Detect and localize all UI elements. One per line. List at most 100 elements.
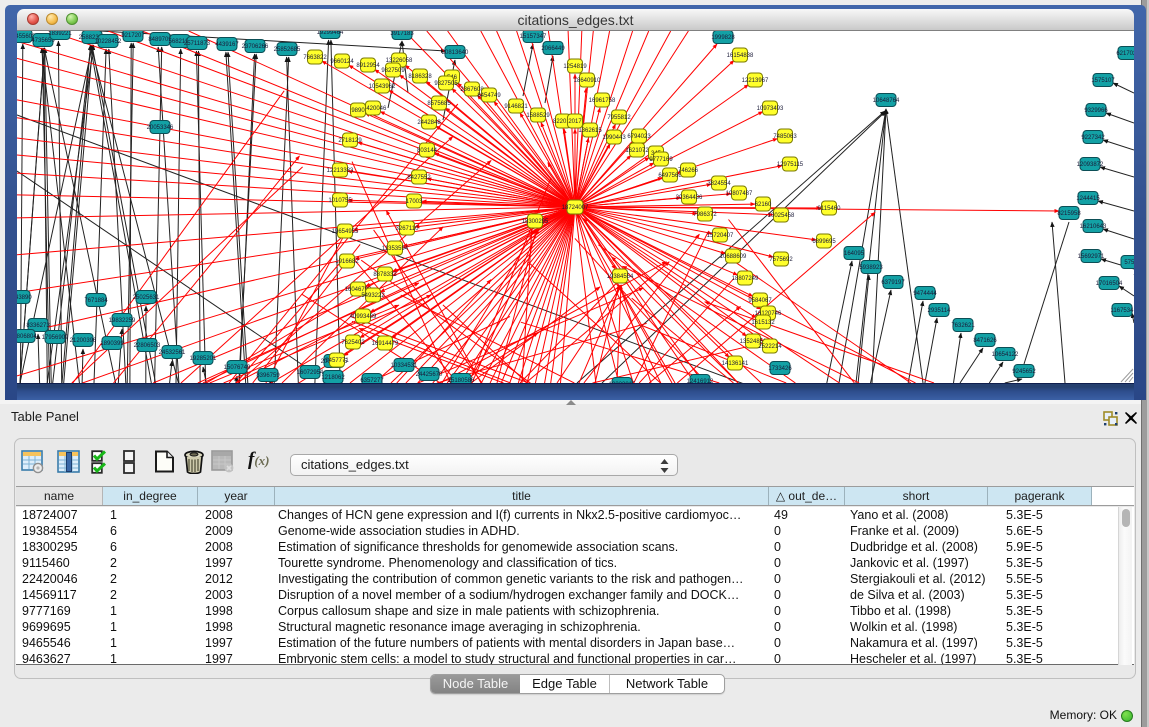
svg-text:10973493: 10973493: [757, 106, 784, 112]
svg-text:10688609: 10688609: [720, 254, 747, 260]
svg-text:8806804: 8806804: [17, 334, 37, 340]
svg-text:9227342: 9227342: [1081, 135, 1105, 141]
svg-text:10543962: 10543962: [369, 84, 396, 90]
svg-text:3917183: 3917183: [390, 31, 414, 37]
svg-text:18640910: 18640910: [574, 78, 601, 84]
svg-text:3267110: 3267110: [396, 226, 420, 232]
svg-text:9457771: 9457771: [325, 358, 349, 364]
svg-text:9474444: 9474444: [913, 291, 937, 297]
svg-text:8878332: 8878332: [373, 272, 397, 278]
svg-text:9827509: 9827509: [381, 68, 405, 74]
svg-text:7986372: 7986372: [693, 212, 717, 218]
svg-text:62160: 62160: [755, 202, 772, 208]
svg-text:7575692: 7575692: [769, 257, 793, 263]
svg-text:803144: 803144: [417, 148, 438, 154]
svg-text:9660124: 9660124: [330, 59, 354, 65]
svg-text:6379197: 6379197: [881, 280, 905, 286]
svg-text:9890: 9890: [351, 108, 365, 114]
svg-text:1839221: 1839221: [48, 31, 72, 37]
svg-text:20053346: 20053346: [147, 125, 174, 131]
svg-text:10334531: 10334531: [391, 363, 418, 369]
svg-text:6899695: 6899695: [812, 239, 836, 245]
svg-text:9329966: 9329966: [1084, 108, 1108, 114]
svg-text:15076749: 15076749: [224, 365, 251, 371]
svg-text:5753: 5753: [1124, 260, 1134, 266]
svg-text:1733426: 1733426: [768, 366, 792, 372]
svg-text:19299464: 19299464: [317, 31, 344, 36]
svg-text:20364436: 20364436: [676, 195, 703, 201]
svg-text:8336273: 8336273: [26, 323, 50, 329]
svg-text:2522214: 2522214: [758, 344, 782, 350]
svg-text:1621072: 1621072: [625, 148, 649, 154]
svg-text:7955812: 7955812: [607, 115, 631, 121]
svg-text:1254819: 1254819: [563, 64, 587, 70]
svg-text:6217026: 6217026: [1116, 51, 1134, 57]
svg-text:17003: 17003: [406, 199, 423, 205]
svg-text:164095: 164095: [844, 251, 865, 257]
svg-text:14136141: 14136141: [722, 361, 749, 367]
svg-text:7663822: 7663822: [303, 55, 327, 61]
svg-text:9327505: 9327505: [434, 81, 458, 87]
svg-text:12093872: 12093872: [1077, 162, 1104, 168]
svg-text:5493222: 5493222: [361, 293, 385, 299]
svg-text:19654955: 19654955: [332, 229, 359, 235]
svg-text:16072954: 16072954: [297, 370, 324, 376]
svg-text:16154838: 16154838: [727, 53, 754, 59]
svg-text:3824554: 3824554: [707, 181, 731, 187]
svg-text:9217207: 9217207: [121, 33, 145, 39]
svg-text:1999828: 1999828: [711, 35, 735, 41]
svg-text:8186328: 8186328: [408, 74, 432, 80]
svg-text:2017: 2017: [568, 119, 582, 125]
svg-text:15692971: 15692971: [1078, 254, 1105, 260]
svg-text:25852685: 25852685: [274, 47, 301, 53]
svg-text:21200396: 21200396: [70, 338, 97, 344]
svg-text:20813640: 20813640: [442, 50, 469, 56]
svg-text:10648764: 10648764: [873, 98, 900, 104]
svg-text:1990443: 1990443: [602, 135, 626, 141]
svg-text:9245652: 9245652: [1012, 369, 1036, 375]
svg-text:10025458: 10025458: [768, 213, 795, 219]
svg-text:10228452: 10228452: [95, 39, 122, 45]
svg-text:1010755: 1010755: [328, 198, 352, 204]
svg-text:15720407: 15720407: [707, 233, 734, 239]
svg-text:9115460: 9115460: [818, 206, 842, 212]
svg-text:24532561: 24532561: [159, 350, 186, 356]
svg-text:7625402: 7625402: [341, 340, 365, 346]
svg-text:12213967: 12213967: [742, 78, 769, 84]
svg-text:24425670: 24425670: [416, 372, 443, 378]
svg-text:15157347: 15157347: [520, 34, 547, 40]
svg-text:17956909: 17956909: [42, 335, 69, 341]
svg-text:12975115: 12975115: [777, 162, 804, 168]
svg-text:8396759: 8396759: [256, 373, 280, 379]
svg-text:23706266: 23706266: [242, 44, 269, 50]
svg-text:1615132: 1615132: [751, 320, 775, 326]
svg-text:22806503: 22806503: [134, 343, 161, 349]
svg-text:8427552: 8427552: [407, 175, 431, 181]
svg-text:4439167: 4439167: [215, 42, 239, 48]
svg-text:16914479: 16914479: [372, 341, 399, 347]
svg-text:1588529: 1588529: [526, 113, 550, 119]
svg-text:8912954: 8912954: [356, 63, 380, 69]
svg-text:8575685: 8575685: [427, 101, 451, 107]
svg-text:16961758: 16961758: [589, 98, 616, 104]
svg-text:2718129: 2718129: [338, 138, 362, 144]
svg-text:1890399: 1890399: [100, 341, 124, 347]
svg-text:746266: 746266: [678, 168, 699, 174]
svg-text:25711873: 25711873: [184, 41, 211, 47]
svg-text:18724007: 18724007: [562, 205, 589, 211]
svg-text:9584067: 9584067: [748, 298, 772, 304]
svg-text:8454749: 8454749: [477, 93, 501, 99]
svg-text:7485063: 7485063: [773, 134, 797, 140]
svg-text:12213383: 12213383: [327, 168, 354, 174]
svg-text:9777169: 9777169: [649, 157, 673, 163]
svg-text:1218062: 1218062: [321, 375, 345, 381]
svg-text:25025631: 25025631: [133, 295, 160, 301]
svg-text:16210643: 16210643: [1080, 224, 1107, 230]
svg-text:1575107: 1575107: [1091, 78, 1115, 84]
svg-text:1167534: 1167534: [1111, 308, 1134, 314]
svg-text:2935114: 2935114: [928, 308, 952, 314]
svg-text:9146821: 9146821: [504, 104, 528, 110]
svg-text:6794023: 6794023: [627, 134, 651, 140]
svg-text:2442848: 2442848: [417, 120, 441, 126]
svg-text:8471626: 8471626: [973, 338, 997, 344]
